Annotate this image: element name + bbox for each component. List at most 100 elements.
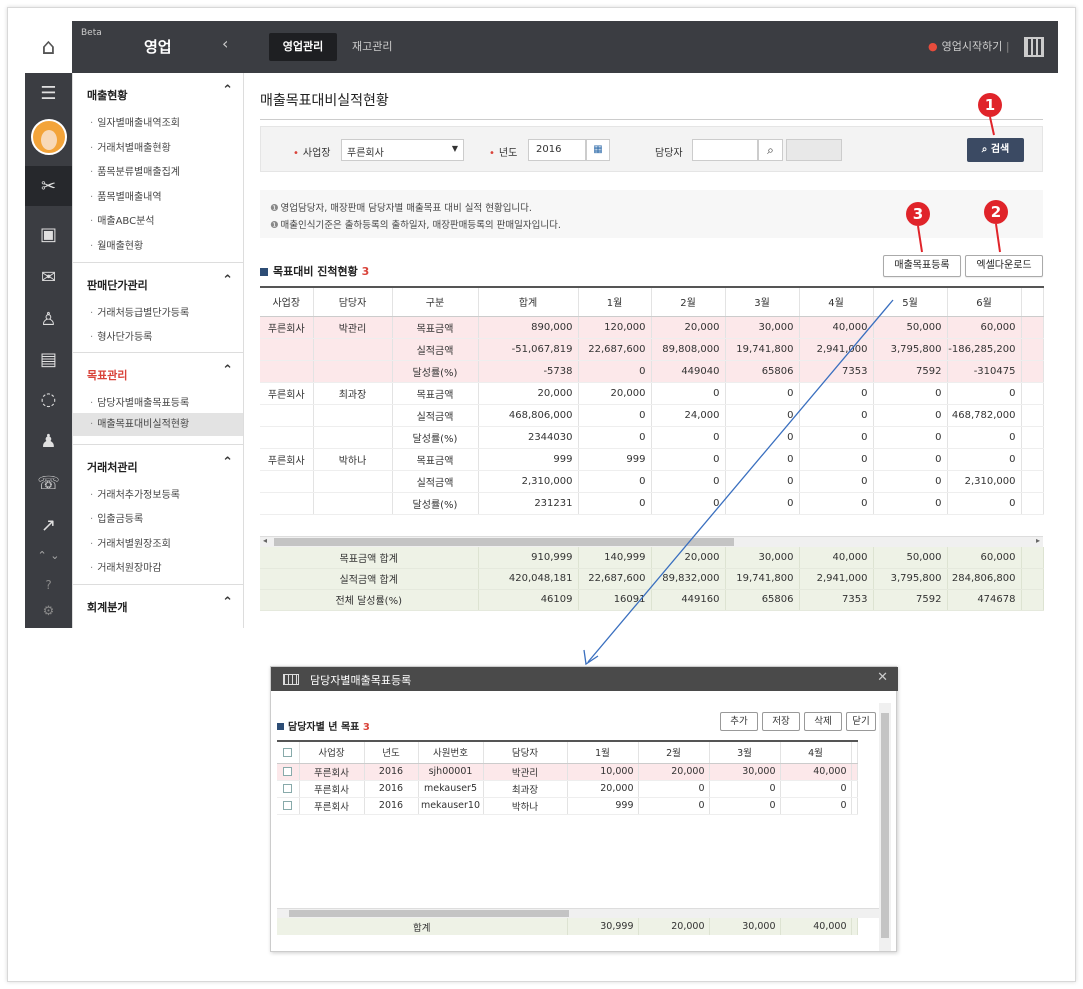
sidebar-item[interactable]: 일자별매출내역조회 [90,114,180,129]
sidebar-item-selected[interactable]: 매출목표대비실적현황 [73,413,243,436]
table-row[interactable]: 푸른회사 2016 sjh00001 박관리 10,000 20,000 30,000 40,… [277,763,858,781]
table-cell: 40,000 [799,316,874,339]
save-button[interactable]: 저장 [762,712,800,731]
table-cell: 468,782,000 [947,404,1022,427]
sidebar-item[interactable]: 거래처별매출현황 [90,139,171,154]
table-cell: 0 [873,404,948,427]
avatar[interactable] [25,115,72,159]
row-checkbox[interactable] [277,763,300,781]
chevron-up-icon[interactable]: ⌃ [222,455,233,470]
excel-download-button[interactable]: 엑셀다운로드 [965,255,1043,277]
sidebar-item[interactable]: 거래처별원장조회 [90,535,171,550]
sidebar-item[interactable]: 형사단가등록 [90,328,152,343]
delete-button[interactable]: 삭제 [804,712,842,731]
sidebar-item[interactable]: 품목별매출내역 [90,188,161,203]
add-button[interactable]: 추가 [720,712,758,731]
grid-title: 목표대비 진척현황 3 [260,263,369,279]
horizontal-scrollbar[interactable]: ◂ ▸ [260,536,1043,547]
section-title[interactable]: 거래처관리 [87,459,138,475]
chevron-up-icon[interactable]: ⌃ [222,83,233,98]
manager-name-field [786,139,842,161]
search-button[interactable]: ⌕ 검색 [967,138,1024,162]
chevron-up-icon[interactable]: ⌃ [222,273,233,288]
company-select[interactable]: 푸른회사 ▼ [341,139,464,161]
sidebar-item[interactable]: 거래처등급별단가등록 [90,304,189,319]
table-cell: 0 [578,426,652,449]
manager-input[interactable] [692,139,758,161]
tab-sales[interactable]: 영업관리 [269,33,337,61]
table-cell: 0 [947,426,1022,449]
chevron-up-icon[interactable]: ⌃ [222,595,233,610]
table-row[interactable]: 달성률(%) 231231 0 0 0 0 0 0 [260,492,1044,515]
sidebar-item[interactable]: 월매출현황 [90,237,143,252]
sidebar-item[interactable]: 매출ABC분석 [90,212,154,227]
tab-inventory[interactable]: 재고관리 [352,33,392,61]
people-icon[interactable]: ♟ [25,421,72,461]
table-row[interactable]: 달성률(%) -5738 0 449040 65806 7353 7592 -310475 [260,360,1044,383]
table-row[interactable]: 푸른회사 박관리 목표금액 890,000 120,000 20,000 30,000 40,… [260,316,1044,339]
start-sales-link[interactable]: ● 영업시작하기 | [928,38,1010,54]
icon-bar: ⌂ ☰ ✂ ▣ ✉ ♙ ▤ ◌ ♟ ☏ ↗ ⌃ ⌄ ? ⚙ [25,21,72,628]
row-checkbox[interactable] [277,780,300,798]
grid-icon [283,674,299,685]
table-row[interactable]: 달성률(%) 2344030 0 0 0 0 0 0 [260,426,1044,449]
table-cell: 0 [578,492,652,515]
row-checkbox[interactable] [277,797,300,815]
close-button[interactable]: 닫기 [846,712,876,731]
sum-cell: 30,000 [709,918,781,935]
table-row[interactable]: 실적금액 468,806,000 0 24,000 0 0 0 468,782,000 [260,404,1044,427]
table-cell: mekauser5 [418,780,484,798]
register-target-button[interactable]: 매출목표등록 [883,255,961,277]
table-row[interactable]: 실적금액 -51,067,819 22,687,600 89,808,000 19,74… [260,338,1044,361]
calendar-icon[interactable]: ▤ [25,339,72,379]
table-row[interactable]: 푸른회사 2016 mekauser5 최과장 20,000 0 0 0 [277,780,858,798]
sidebar-item[interactable]: 입출금등록 [90,510,143,525]
stamp-icon[interactable]: ♙ [25,299,72,339]
tools-icon[interactable]: ✂ [25,166,72,206]
year-label: • 년도 [489,148,518,159]
modal-vertical-scrollbar[interactable] [879,703,891,951]
table-cell: 0 [780,797,852,815]
chat-icon[interactable]: ◌ [25,379,72,419]
section-title[interactable]: 목표관리 [87,367,127,383]
settings-icon[interactable]: ⚙ [25,599,72,623]
sidebar-item[interactable]: 담당자별매출목표등록 [90,394,189,409]
sidebar-item[interactable]: 거래처원장마감 [90,559,161,574]
help-icon[interactable]: ? [25,574,72,596]
mail-icon[interactable]: ✉ [25,257,72,297]
sidebar-item[interactable]: 거래처추가정보등록 [90,486,180,501]
menu-icon[interactable]: ☰ [25,73,72,113]
table-cell-overflow [1021,492,1044,515]
year-input[interactable]: 2016 [528,139,586,161]
collapse-icon[interactable]: ‹ [222,34,228,53]
chart-icon[interactable]: ↗ [25,505,72,545]
column-header: 년도 [364,740,419,764]
calculator-icon[interactable] [1024,37,1044,57]
scroll-arrows-icon[interactable]: ⌃ ⌄ [25,543,72,567]
modal-horizontal-scrollbar[interactable] [277,908,879,918]
table-cell: 2,310,000 [947,470,1022,493]
scroll-thumb[interactable] [289,910,569,917]
table-row[interactable]: 푸른회사 최과장 목표금액 20,000 20,000 0 0 0 0 0 [260,382,1044,405]
table-row[interactable]: 푸른회사 2016 mekauser10 박하나 999 0 0 0 [277,797,858,815]
table-row[interactable]: 실적금액 2,310,000 0 0 0 0 0 2,310,000 [260,470,1044,493]
chevron-up-icon[interactable]: ⌃ [222,363,233,378]
section-title[interactable]: 판매단가관리 [87,277,148,293]
section-title[interactable]: 매출현황 [87,87,127,103]
phone-icon[interactable]: ☏ [25,463,72,503]
gift-icon[interactable]: ▣ [25,214,72,254]
scroll-thumb[interactable] [881,713,889,938]
sidebar-section-target: 목표관리 ⌃ 담당자별매출목표등록 매출목표대비실적현황 [73,353,243,445]
table-cell [313,360,393,383]
close-icon[interactable]: ✕ [877,670,888,685]
search-icon[interactable]: ⌕ [758,139,783,161]
calendar-icon[interactable]: ▦ [586,139,610,161]
table-row[interactable]: 푸른회사 박하나 목표금액 999 999 0 0 0 0 0 [260,448,1044,471]
select-all-checkbox[interactable] [277,740,300,764]
sidebar-item[interactable]: 품목분류별매출집계 [90,163,180,178]
home-icon[interactable]: ⌂ [25,21,72,73]
table-cell: 120,000 [578,316,652,339]
table-cell: 7592 [873,360,948,383]
section-title[interactable]: 회계분개 [87,599,127,615]
scroll-thumb[interactable] [274,538,734,546]
